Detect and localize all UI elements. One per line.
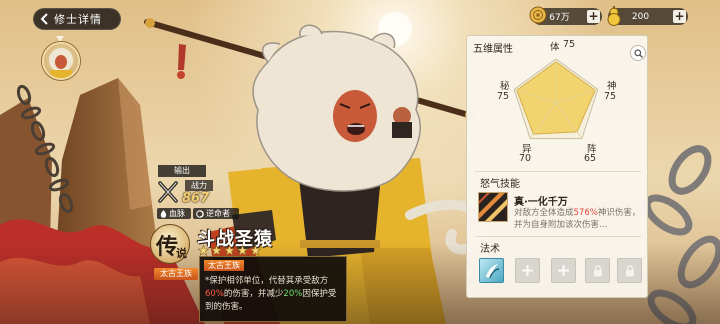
star-icon xyxy=(224,245,235,256)
race-tag[interactable]: 太古王族 xyxy=(154,268,198,280)
spell-slot-locked[interactable] xyxy=(585,258,610,283)
tooltip-value-1: 60% xyxy=(205,289,224,299)
star-icon xyxy=(198,245,209,256)
star-icon xyxy=(250,245,261,256)
role-tag: 输出 xyxy=(158,165,206,177)
divider xyxy=(475,236,641,237)
rarity-badge: 传 说 xyxy=(150,224,190,264)
tooltip-text-2: 的伤害，并减少 xyxy=(223,289,284,299)
tooltip-title: 太古王族 xyxy=(204,260,244,271)
coin-icon xyxy=(529,6,547,24)
star-icon xyxy=(237,245,248,256)
star-icon xyxy=(211,245,222,256)
anger-skill-description: 对敌方全体造成576%神识伤害，并为自身附加该次伤害… xyxy=(514,207,642,231)
add-gourd-button[interactable]: + xyxy=(673,10,686,23)
stat-value-ti: 75 xyxy=(563,39,576,50)
spell-slot-empty[interactable] xyxy=(515,258,540,283)
spell-slot-filled[interactable] xyxy=(479,258,504,283)
add-coin-button[interactable]: + xyxy=(587,10,600,23)
attribute-radar xyxy=(513,58,599,140)
skill-slash-icon xyxy=(479,193,507,221)
tooltip-text-1: *保护相邻单位，代替其承受敌方 xyxy=(205,276,329,286)
stat-value-shen: 75 xyxy=(604,91,617,102)
stat-value-mi: 75 xyxy=(497,91,510,102)
star-rating xyxy=(198,245,261,256)
divider xyxy=(475,171,641,172)
rarity-main-char: 传 xyxy=(156,235,179,260)
avatar-portrait xyxy=(49,48,73,78)
fate-label: 逆命者 xyxy=(206,209,230,218)
lock-icon xyxy=(625,264,634,276)
race-tooltip: 太古王族 *保护相邻单位，代替其承受敌方60%的伤害，并减少20%因保护受到的伤… xyxy=(199,256,347,322)
wind-spell-icon xyxy=(485,263,499,278)
gourd-icon xyxy=(607,6,621,26)
bloodline-tag[interactable]: 血脉 xyxy=(157,208,191,219)
skill-damage-value: 576% xyxy=(573,208,598,218)
crossed-swords-icon xyxy=(158,181,178,203)
bloodline-label: 血脉 xyxy=(169,209,185,218)
tooltip-value-2: 20% xyxy=(283,289,303,299)
flame-icon xyxy=(160,209,167,218)
stats-panel: 五维属性 体 75 秘 75 神 75 异 70 阵 65 怒气技能 真·一化千… xyxy=(466,35,648,298)
spell-slot-locked[interactable] xyxy=(617,258,642,283)
plus-icon xyxy=(522,265,533,276)
anger-skill-name: 真·一化千万 xyxy=(514,197,568,208)
anger-skill-button[interactable] xyxy=(478,192,508,222)
stat-value-yi: 70 xyxy=(519,153,532,164)
stat-label-shen: 神 xyxy=(607,81,617,92)
lock-icon xyxy=(593,264,602,276)
spells-title: 法术 xyxy=(480,244,500,255)
character-avatar[interactable] xyxy=(42,42,80,80)
rarity-sub-char: 说 xyxy=(176,247,187,260)
gourd-counter: 200 + xyxy=(607,6,688,26)
plus-icon xyxy=(558,265,569,276)
spell-slot-empty[interactable] xyxy=(551,258,576,283)
stat-label-ti: 体 xyxy=(550,42,560,53)
swirl-icon xyxy=(196,209,204,218)
tooltip-text: *保护相邻单位，代替其承受敌方60%的伤害，并减少20%因保护受到的伤害。 xyxy=(205,275,342,314)
skill-desc-prefix: 对敌方全体造成 xyxy=(514,208,574,218)
stat-value-zhen: 65 xyxy=(584,153,597,164)
chevron-left-icon xyxy=(40,13,48,25)
power-value: 867 xyxy=(182,191,210,206)
anger-skill-title: 怒气技能 xyxy=(480,179,520,190)
stat-label-mi: 秘 xyxy=(500,81,510,92)
back-button[interactable]: 修士详情 xyxy=(33,8,121,30)
coin-counter: 67万 + xyxy=(529,6,602,25)
fate-tag[interactable]: 逆命者 xyxy=(193,208,239,219)
page-title: 修士详情 xyxy=(54,13,102,26)
power-label: 战力 xyxy=(185,180,213,191)
